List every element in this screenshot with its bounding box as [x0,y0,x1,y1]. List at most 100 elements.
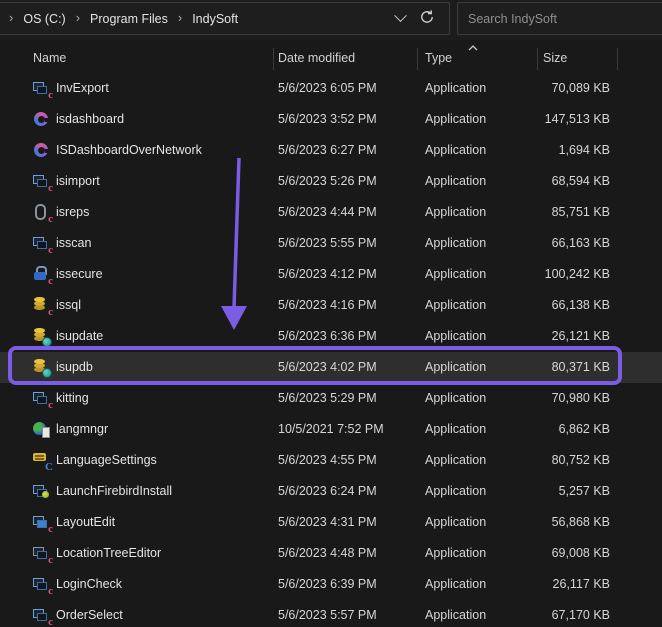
breadcrumb-root-chevron-icon[interactable]: › [7,10,15,25]
file-type: Application [425,414,486,445]
address-bar-actions [396,9,449,28]
file-name: InvExport [56,73,109,104]
database-update-icon [33,328,50,345]
file-size: 67,170 KB [480,600,610,627]
file-size: 80,371 KB [480,352,610,383]
column-resize-handle[interactable] [273,48,274,70]
explorer-toolbar: › OS (C:)›Program Files›IndySoft [0,0,662,40]
dashboard-icon [33,111,50,128]
file-date-modified: 5/6/2023 5:57 PM [278,600,377,627]
breadcrumb-separator: › [74,10,82,25]
file-name: isupdb [56,352,93,383]
column-resize-handle[interactable] [537,48,538,70]
file-size: 69,008 KB [480,538,610,569]
file-row-langmngr[interactable]: langmngr10/5/2021 7:52 PMApplication6,86… [0,414,662,445]
file-name: LoginCheck [56,569,122,600]
file-size: 147,513 KB [480,104,610,135]
file-row-InvExport[interactable]: cInvExport5/6/2023 6:05 PMApplication70,… [0,73,662,104]
address-bar[interactable]: › OS (C:)›Program Files›IndySoft [0,2,450,35]
file-size: 26,117 KB [480,569,610,600]
file-date-modified: 5/6/2023 4:55 PM [278,445,377,476]
file-row-isreps[interactable]: cisreps5/6/2023 4:44 PMApplication85,751… [0,197,662,228]
file-date-modified: 5/6/2023 3:52 PM [278,104,377,135]
file-row-issecure[interactable]: cissecure5/6/2023 4:12 PMApplication100,… [0,259,662,290]
file-size: 68,594 KB [480,166,610,197]
address-dropdown-button[interactable] [396,12,405,26]
breadcrumb-item[interactable]: IndySoft [186,9,244,29]
file-row-OrderSelect[interactable]: cOrderSelect5/6/2023 5:57 PMApplication6… [0,600,662,627]
file-row-isupdate[interactable]: isupdate5/6/2023 6:36 PMApplication26,12… [0,321,662,352]
file-date-modified: 5/6/2023 6:39 PM [278,569,377,600]
file-row-LayoutEdit[interactable]: cLayoutEdit5/6/2023 4:31 PMApplication56… [0,507,662,538]
file-row-isscan[interactable]: cisscan5/6/2023 5:55 PMApplication66,163… [0,228,662,259]
column-header-size[interactable]: Size [543,51,567,65]
breadcrumb-separator: › [176,10,184,25]
file-name: LanguageSettings [56,445,157,476]
file-size: 66,138 KB [480,290,610,321]
file-type: Application [425,445,486,476]
file-date-modified: 5/6/2023 4:48 PM [278,538,377,569]
file-size: 5,257 KB [480,476,610,507]
file-type: Application [425,73,486,104]
file-row-issql[interactable]: cissql5/6/2023 4:16 PMApplication66,138 … [0,290,662,321]
file-date-modified: 5/6/2023 5:26 PM [278,166,377,197]
file-type: Application [425,259,486,290]
file-name: issql [56,290,81,321]
file-size: 80,752 KB [480,445,610,476]
file-type: Application [425,290,486,321]
file-size: 6,862 KB [480,414,610,445]
search-input[interactable] [458,3,662,34]
window-icon: c [33,80,50,97]
file-row-LocationTreeEditor[interactable]: cLocationTreeEditor5/6/2023 4:48 PMAppli… [0,538,662,569]
file-type: Application [425,352,486,383]
file-date-modified: 5/6/2023 6:24 PM [278,476,377,507]
column-resize-handle[interactable] [617,48,618,70]
file-row-isdashboard[interactable]: isdashboard5/6/2023 3:52 PMApplication14… [0,104,662,135]
file-type: Application [425,476,486,507]
file-row-isupdb[interactable]: isupdb 5/6/2023 4:02 PM Application80,371 … [0,352,662,383]
file-type: Application [425,104,486,135]
column-resize-handle[interactable] [417,48,418,70]
sort-ascending-icon [467,44,479,52]
file-name: OrderSelect [56,600,123,627]
file-name: isimport [56,166,100,197]
file-date-modified: 5/6/2023 6:36 PM [278,321,377,352]
file-row-LoginCheck[interactable]: cLoginCheck5/6/2023 6:39 PMApplication26… [0,569,662,600]
breadcrumb-item[interactable]: Program Files [84,9,174,29]
file-row-LaunchFirebirdInstall[interactable]: LaunchFirebirdInstall5/6/2023 6:24 PMApp… [0,476,662,507]
window-icon: c [33,235,50,252]
file-name: isscan [56,228,91,259]
file-row-kitting[interactable]: ckitting5/6/2023 5:29 PMApplication70,98… [0,383,662,414]
file-date-modified: 5/6/2023 4:44 PM [278,197,377,228]
column-header-name[interactable]: Name [33,51,66,65]
column-header-date-modified[interactable]: Date modified [278,51,355,65]
file-name: kitting [56,383,89,414]
layout-icon: c [33,514,50,531]
file-date-modified: 5/6/2023 5:55 PM [278,228,377,259]
file-name: issecure [56,259,103,290]
refresh-button[interactable] [419,9,435,28]
breadcrumb-item[interactable]: OS (C:) [17,9,71,29]
file-row-isimport[interactable]: cisimport5/6/2023 5:26 PMApplication68,5… [0,166,662,197]
file-list: cInvExport5/6/2023 6:05 PMApplication70,… [0,73,662,627]
file-type: Application [425,197,486,228]
file-date-modified: 5/6/2023 4:12 PM [278,259,377,290]
window-icon: c [33,576,50,593]
file-size: 70,089 KB [480,73,610,104]
file-row-LanguageSettings[interactable]: CLanguageSettings5/6/2023 4:55 PMApplica… [0,445,662,476]
file-date-modified: 5/6/2023 4:31 PM [278,507,377,538]
file-type: Application [425,507,486,538]
refresh-icon [419,9,435,25]
file-date-modified: 10/5/2021 7:52 PM [278,414,384,445]
globe-icon [33,421,50,438]
column-header-type[interactable]: Type [425,51,452,65]
search-box [457,2,662,35]
file-size: 85,751 KB [480,197,610,228]
file-row-ISDashboardOverNetwork[interactable]: ISDashboardOverNetwork5/6/2023 6:27 PMAp… [0,135,662,166]
file-date-modified: 5/6/2023 4:02 PM [278,352,377,383]
chevron-down-icon [394,9,407,22]
file-type: Application [425,600,486,627]
window-plugin-icon [33,483,50,500]
file-type: Application [425,166,486,197]
file-name: LocationTreeEditor [56,538,161,569]
